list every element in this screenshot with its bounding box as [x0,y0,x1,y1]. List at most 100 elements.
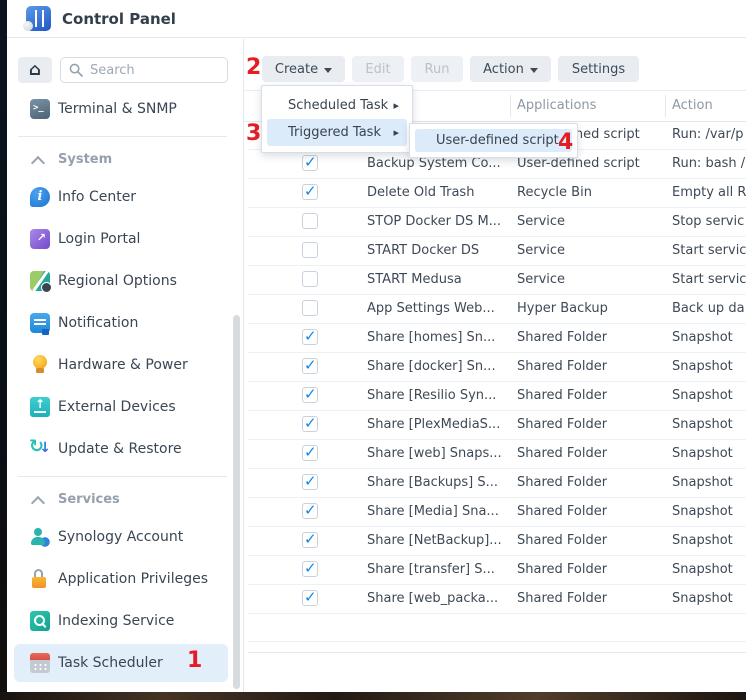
annotation-step-2: 2 [246,57,261,79]
table-row[interactable]: Share [docker] Sn... Shared Folder Snaps… [248,353,746,382]
column-header-action[interactable]: Action [672,91,713,121]
create-button[interactable]: Create [262,56,345,82]
row-checkbox[interactable] [302,387,318,403]
table-row[interactable]: Share [Media] Sna... Shared Folder Snaps… [248,498,746,527]
sidebar-item-notification[interactable]: Notification [7,302,243,344]
run-button[interactable]: Run [411,56,463,82]
cell-application: Shared Folder [517,353,607,381]
table-row[interactable]: Share [PlexMediaS... Shared Folder Snaps… [248,411,746,440]
sidebar-item-synology-account[interactable]: Synology Account [7,516,243,558]
caret-down-icon [324,68,332,73]
cell-application: Hyper Backup [517,295,608,323]
cell-application: Shared Folder [517,382,607,410]
table-grid-line [248,652,746,653]
row-checkbox[interactable] [302,213,318,229]
cell-action: Start servic [672,237,746,265]
chevron-up-icon [31,156,45,170]
login-portal-icon [30,229,50,249]
menu-item-user-defined-script[interactable]: User-defined script [415,129,572,152]
cell-task-name: Share [PlexMediaS... [367,411,500,439]
indexing-service-icon [30,611,50,631]
table-row[interactable]: Share [Backups] S... Shared Folder Snaps… [248,469,746,498]
sidebar-item-regional-options[interactable]: Regional Options [7,260,243,302]
column-header-applications[interactable]: Applications [517,91,596,121]
row-checkbox[interactable] [302,242,318,258]
cell-task-name: START Docker DS [367,237,479,265]
settings-button[interactable]: Settings [558,56,639,82]
cell-action: Snapshot [672,382,746,410]
cell-application: Shared Folder [517,324,607,352]
row-checkbox[interactable] [302,184,318,200]
table-row[interactable]: START Medusa Service Start servic [248,266,746,295]
cell-application: Shared Folder [517,556,607,584]
table-row[interactable]: Share [homes] Sn... Shared Folder Snapsh… [248,324,746,353]
cell-application: Shared Folder [517,469,607,497]
terminal-icon [30,99,50,119]
cell-action: Start servic [672,266,746,294]
table-row[interactable]: Delete Old Trash Recycle Bin Empty all R [248,179,746,208]
row-checkbox[interactable] [302,561,318,577]
table-row[interactable]: Share [web_packa... Shared Folder Snapsh… [248,585,746,614]
menu-item-triggered-task[interactable]: Triggered Task ▸ [267,119,407,146]
row-checkbox[interactable] [302,271,318,287]
sidebar-item-login-portal[interactable]: Login Portal [7,218,243,260]
menu-item-scheduled-task[interactable]: Scheduled Task ▸ [267,92,407,119]
cell-action: Snapshot [672,353,746,381]
task-scheduler-icon [30,653,50,673]
sidebar-item-indexing-service[interactable]: Indexing Service [7,600,243,642]
table-row[interactable]: Share [NetBackup]... Shared Folder Snaps… [248,527,746,556]
row-checkbox[interactable] [302,503,318,519]
sidebar-item-application-privileges[interactable]: Application Privileges [7,558,243,600]
cell-action: Stop servic [672,208,746,236]
home-icon: ⌂ [29,62,41,79]
triggered-task-submenu: User-defined script [409,123,578,158]
table-row[interactable]: Share [web] Snaps... Shared Folder Snaps… [248,440,746,469]
cell-task-name: App Settings Web... [367,295,495,323]
sidebar-section-system[interactable]: System [7,144,243,176]
cell-application: Shared Folder [517,585,607,613]
cell-task-name: START Medusa [367,266,462,294]
table-row[interactable]: Share [Resilio Syn... Shared Folder Snap… [248,382,746,411]
regional-options-icon [30,271,50,291]
external-devices-icon [30,397,50,417]
home-button[interactable]: ⌂ [18,57,52,83]
table-grid-line [248,641,746,642]
cell-task-name: Share [web_packa... [367,585,498,613]
row-checkbox[interactable] [302,532,318,548]
sidebar-item-external-devices[interactable]: External Devices [7,386,243,428]
row-checkbox[interactable] [302,445,318,461]
sidebar-item-terminal-snmp[interactable]: Terminal & SNMP [7,88,243,130]
row-checkbox[interactable] [302,358,318,374]
sidebar-section-services[interactable]: Services [7,484,243,516]
edit-button[interactable]: Edit [352,56,404,82]
row-checkbox[interactable] [302,416,318,432]
row-checkbox[interactable] [302,590,318,606]
sidebar-item-hardware-power[interactable]: Hardware & Power [7,344,243,386]
cell-action: Run: bash / [672,150,746,178]
cell-task-name: Delete Old Trash [367,179,474,207]
row-checkbox[interactable] [302,155,318,171]
annotation-step-1: 1 [187,650,202,672]
submenu-arrow-icon: ▸ [393,119,399,146]
table-row[interactable]: App Settings Web... Hyper Backup Back up… [248,295,746,324]
search-input[interactable] [60,57,228,83]
row-checkbox[interactable] [302,329,318,345]
cell-task-name: Share [Backups] S... [367,469,498,497]
application-privileges-icon [30,569,50,589]
table-row[interactable]: Share [transfer] S... Shared Folder Snap… [248,556,746,585]
table-row[interactable]: STOP Docker DS M... Service Stop servic [248,208,746,237]
row-checkbox[interactable] [302,474,318,490]
table-row[interactable]: START Docker DS Service Start servic [248,237,746,266]
sidebar-item-update-restore[interactable]: Update & Restore [7,428,243,470]
caret-down-icon [530,68,538,73]
row-checkbox[interactable] [302,300,318,316]
cell-action: Snapshot [672,585,746,613]
sidebar-item-info-center[interactable]: Info Center [7,176,243,218]
sidebar-scrollbar-thumb[interactable] [233,315,240,689]
sidebar-item-task-scheduler[interactable]: Task Scheduler [7,642,243,684]
cell-action: Back up da [672,295,746,323]
cell-action: Snapshot [672,411,746,439]
create-dropdown-menu: Scheduled Task ▸ Triggered Task ▸ [261,85,413,153]
desktop-wallpaper-strip [0,692,746,700]
action-button[interactable]: Action [470,56,551,82]
